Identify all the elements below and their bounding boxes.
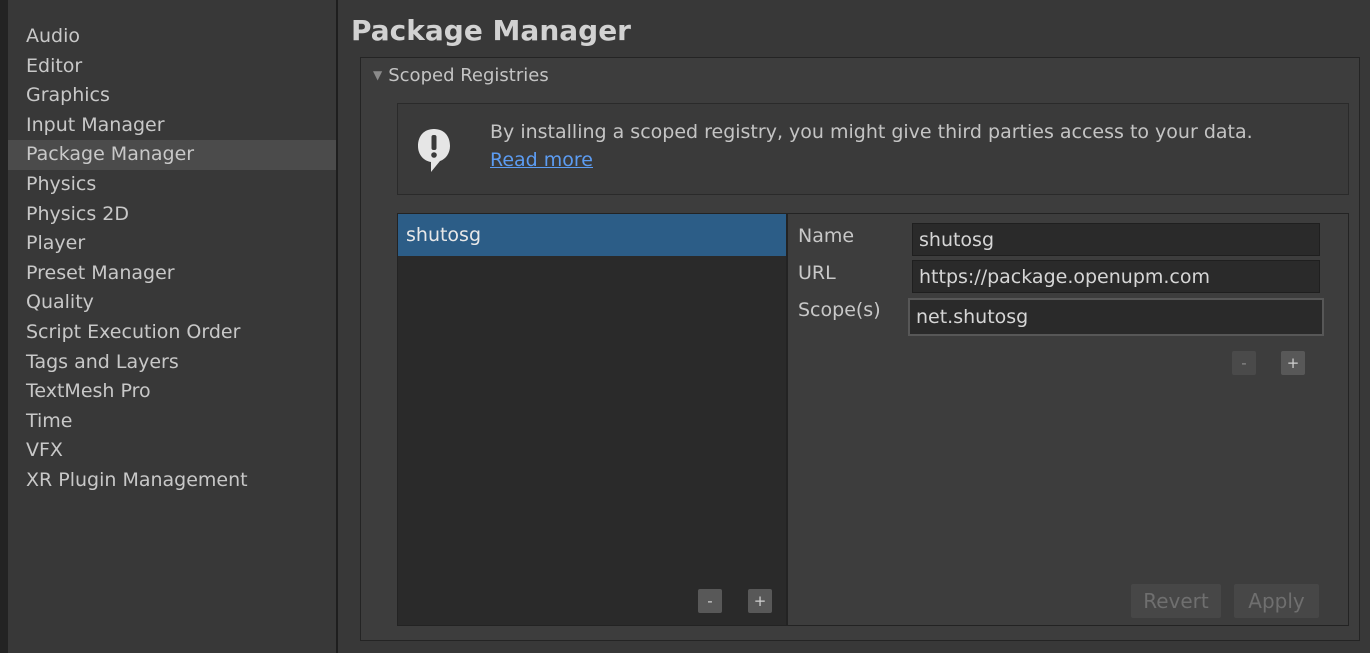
- read-more-link[interactable]: Read more: [490, 146, 593, 174]
- revert-button[interactable]: Revert: [1131, 584, 1221, 618]
- sidebar-item-tags-and-layers[interactable]: Tags and Layers: [8, 348, 336, 378]
- sidebar-item-graphics[interactable]: Graphics: [8, 81, 336, 111]
- registry-list: shutosg - +: [398, 214, 788, 625]
- sidebar-item-input-manager[interactable]: Input Manager: [8, 111, 336, 141]
- settings-sidebar: Audio Editor Graphics Input Manager Pack…: [8, 0, 338, 653]
- url-field[interactable]: [912, 260, 1320, 293]
- scoped-registries-foldout: ▼ Scoped Registries By installing a scope…: [360, 57, 1360, 641]
- remove-scope-button[interactable]: -: [1232, 351, 1256, 375]
- warning-speech-bubble-icon: [418, 129, 450, 172]
- sidebar-item-textmesh-pro[interactable]: TextMesh Pro: [8, 377, 336, 407]
- page-title: Package Manager: [351, 14, 631, 47]
- foldout-expanded-arrow-icon[interactable]: ▼: [373, 68, 382, 82]
- scope-field[interactable]: [908, 298, 1324, 336]
- warning-help-box: By installing a scoped registry, you mig…: [397, 103, 1349, 195]
- sidebar-item-player[interactable]: Player: [8, 229, 336, 259]
- sidebar-item-xr-plugin-management[interactable]: XR Plugin Management: [8, 466, 336, 496]
- sidebar-item-physics-2d[interactable]: Physics 2D: [8, 200, 336, 230]
- sidebar-item-script-execution-order[interactable]: Script Execution Order: [8, 318, 336, 348]
- window-left-edge: [0, 0, 8, 653]
- sidebar-item-audio[interactable]: Audio: [8, 22, 336, 52]
- remove-registry-button[interactable]: -: [698, 589, 722, 613]
- sidebar-item-preset-manager[interactable]: Preset Manager: [8, 259, 336, 289]
- sidebar-item-editor[interactable]: Editor: [8, 52, 336, 82]
- name-field[interactable]: [912, 223, 1320, 256]
- sidebar-item-vfx[interactable]: VFX: [8, 436, 336, 466]
- scoped-registries-header[interactable]: ▼ Scoped Registries: [373, 62, 549, 89]
- foldout-label: Scoped Registries: [388, 65, 549, 86]
- sidebar-item-quality[interactable]: Quality: [8, 288, 336, 318]
- sidebar-item-time[interactable]: Time: [8, 407, 336, 437]
- url-label: URL: [798, 262, 836, 284]
- name-label: Name: [798, 225, 855, 247]
- warning-message: By installing a scoped registry, you mig…: [490, 121, 1253, 143]
- registry-editor: shutosg - + Name URL Scope(s) - + Revert…: [397, 213, 1349, 626]
- add-registry-button[interactable]: +: [748, 589, 772, 613]
- sidebar-item-package-manager[interactable]: Package Manager: [8, 140, 336, 170]
- settings-panel: Package Manager ▼ Scoped Registries By in…: [338, 0, 1370, 653]
- scopes-label: Scope(s): [798, 299, 881, 321]
- registry-list-item-shutosg[interactable]: shutosg: [398, 214, 786, 256]
- add-scope-button[interactable]: +: [1281, 351, 1305, 375]
- apply-button[interactable]: Apply: [1234, 584, 1319, 618]
- sidebar-item-physics[interactable]: Physics: [8, 170, 336, 200]
